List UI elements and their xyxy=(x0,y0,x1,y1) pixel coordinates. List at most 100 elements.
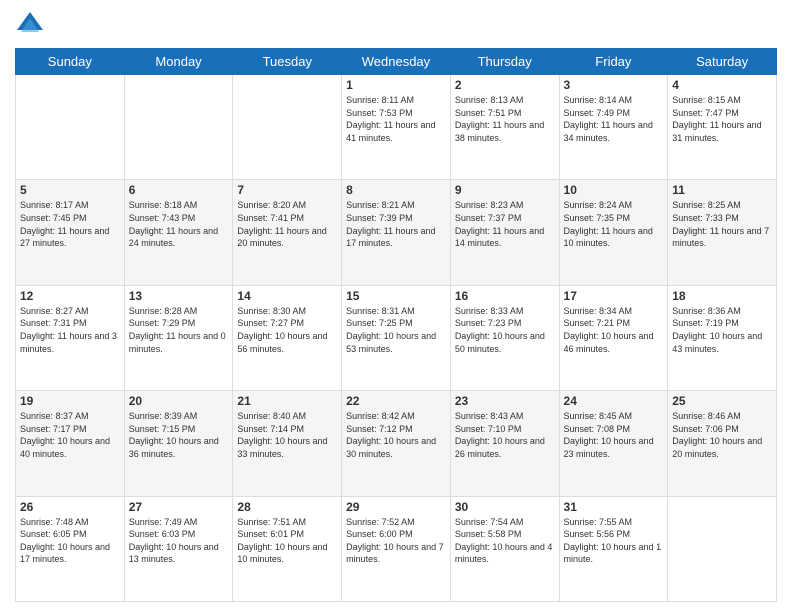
calendar-cell: 30 Sunrise: 7:54 AM Sunset: 5:58 PM Dayli… xyxy=(450,496,559,601)
calendar-header-sunday: Sunday xyxy=(16,49,125,75)
calendar-cell: 21 Sunrise: 8:40 AM Sunset: 7:14 PM Dayli… xyxy=(233,391,342,496)
day-info: Sunrise: 7:49 AM Sunset: 6:03 PM Dayligh… xyxy=(129,516,229,566)
day-info: Sunrise: 7:52 AM Sunset: 6:00 PM Dayligh… xyxy=(346,516,446,566)
day-number: 4 xyxy=(672,78,772,92)
calendar-cell: 13 Sunrise: 8:28 AM Sunset: 7:29 PM Dayli… xyxy=(124,285,233,390)
calendar-cell: 19Sunrise: 8:37 AM Sunset: 7:17 PM Dayli… xyxy=(16,391,125,496)
logo-icon xyxy=(15,10,45,40)
calendar-cell: 6 Sunrise: 8:18 AM Sunset: 7:43 PM Daylig… xyxy=(124,180,233,285)
day-info: Sunrise: 8:42 AM Sunset: 7:12 PM Dayligh… xyxy=(346,410,446,460)
calendar-cell: 9 Sunrise: 8:23 AM Sunset: 7:37 PM Daylig… xyxy=(450,180,559,285)
day-number: 11 xyxy=(672,183,772,197)
day-number: 26 xyxy=(20,500,120,514)
calendar-cell: 14 Sunrise: 8:30 AM Sunset: 7:27 PM Dayli… xyxy=(233,285,342,390)
calendar-cell: 28 Sunrise: 7:51 AM Sunset: 6:01 PM Dayli… xyxy=(233,496,342,601)
day-number: 28 xyxy=(237,500,337,514)
day-number: 6 xyxy=(129,183,229,197)
day-info: Sunrise: 8:31 AM Sunset: 7:25 PM Dayligh… xyxy=(346,305,446,355)
day-info: Sunrise: 8:15 AM Sunset: 7:47 PM Dayligh… xyxy=(672,94,772,144)
day-info: Sunrise: 8:34 AM Sunset: 7:21 PM Dayligh… xyxy=(564,305,664,355)
calendar-week-row: 5 Sunrise: 8:17 AM Sunset: 7:45 PM Daylig… xyxy=(16,180,777,285)
calendar-cell: 5 Sunrise: 8:17 AM Sunset: 7:45 PM Daylig… xyxy=(16,180,125,285)
day-info: Sunrise: 8:25 AM Sunset: 7:33 PM Dayligh… xyxy=(672,199,772,249)
day-info: Sunrise: 8:14 AM Sunset: 7:49 PM Dayligh… xyxy=(564,94,664,144)
calendar-cell: 3 Sunrise: 8:14 AM Sunset: 7:49 PM Daylig… xyxy=(559,75,668,180)
calendar-table: SundayMondayTuesdayWednesdayThursdayFrid… xyxy=(15,48,777,602)
logo xyxy=(15,10,49,40)
calendar-cell: 23 Sunrise: 8:43 AM Sunset: 7:10 PM Dayli… xyxy=(450,391,559,496)
day-info: Sunrise: 8:43 AM Sunset: 7:10 PM Dayligh… xyxy=(455,410,555,460)
calendar-cell: 12 Sunrise: 8:27 AM Sunset: 7:31 PM Dayli… xyxy=(16,285,125,390)
day-info: Sunrise: 8:36 AM Sunset: 7:19 PM Dayligh… xyxy=(672,305,772,355)
day-info: Sunrise: 8:17 AM Sunset: 7:45 PM Dayligh… xyxy=(20,199,120,249)
calendar-week-row: 26 Sunrise: 7:48 AM Sunset: 6:05 PM Dayli… xyxy=(16,496,777,601)
calendar-header-saturday: Saturday xyxy=(668,49,777,75)
day-info: Sunrise: 8:33 AM Sunset: 7:23 PM Dayligh… xyxy=(455,305,555,355)
day-number: 7 xyxy=(237,183,337,197)
calendar-cell: 26 Sunrise: 7:48 AM Sunset: 6:05 PM Dayli… xyxy=(16,496,125,601)
day-number: 3 xyxy=(564,78,664,92)
page: SundayMondayTuesdayWednesdayThursdayFrid… xyxy=(0,0,792,612)
calendar-cell xyxy=(668,496,777,601)
day-number: 5 xyxy=(20,183,120,197)
day-number: 24 xyxy=(564,394,664,408)
calendar-cell: 15 Sunrise: 8:31 AM Sunset: 7:25 PM Dayli… xyxy=(342,285,451,390)
day-number: 22 xyxy=(346,394,446,408)
header xyxy=(15,10,777,40)
day-info: Sunrise: 8:40 AM Sunset: 7:14 PM Dayligh… xyxy=(237,410,337,460)
calendar-header-wednesday: Wednesday xyxy=(342,49,451,75)
calendar-cell xyxy=(233,75,342,180)
day-info: Sunrise: 8:18 AM Sunset: 7:43 PM Dayligh… xyxy=(129,199,229,249)
day-number: 23 xyxy=(455,394,555,408)
calendar-cell: 18 Sunrise: 8:36 AM Sunset: 7:19 PM Dayli… xyxy=(668,285,777,390)
day-number: 2 xyxy=(455,78,555,92)
calendar-cell: 29 Sunrise: 7:52 AM Sunset: 6:00 PM Dayli… xyxy=(342,496,451,601)
day-info: Sunrise: 8:39 AM Sunset: 7:15 PM Dayligh… xyxy=(129,410,229,460)
calendar-cell: 20Sunrise: 8:39 AM Sunset: 7:15 PM Dayli… xyxy=(124,391,233,496)
day-info: Sunrise: 8:45 AM Sunset: 7:08 PM Dayligh… xyxy=(564,410,664,460)
calendar-header-tuesday: Tuesday xyxy=(233,49,342,75)
day-number: 25 xyxy=(672,394,772,408)
day-number: 13 xyxy=(129,289,229,303)
calendar-cell: 10 Sunrise: 8:24 AM Sunset: 7:35 PM Dayli… xyxy=(559,180,668,285)
day-number: 17 xyxy=(564,289,664,303)
day-number: 21 xyxy=(237,394,337,408)
calendar-cell: 31Sunrise: 7:55 AM Sunset: 5:56 PM Dayli… xyxy=(559,496,668,601)
calendar-cell: 27 Sunrise: 7:49 AM Sunset: 6:03 PM Dayli… xyxy=(124,496,233,601)
calendar-cell: 1Sunrise: 8:11 AM Sunset: 7:53 PM Daylig… xyxy=(342,75,451,180)
calendar-header-monday: Monday xyxy=(124,49,233,75)
day-info: Sunrise: 7:48 AM Sunset: 6:05 PM Dayligh… xyxy=(20,516,120,566)
calendar-header-row: SundayMondayTuesdayWednesdayThursdayFrid… xyxy=(16,49,777,75)
day-info: Sunrise: 8:20 AM Sunset: 7:41 PM Dayligh… xyxy=(237,199,337,249)
day-info: Sunrise: 8:23 AM Sunset: 7:37 PM Dayligh… xyxy=(455,199,555,249)
calendar-cell: 22 Sunrise: 8:42 AM Sunset: 7:12 PM Dayli… xyxy=(342,391,451,496)
day-number: 8 xyxy=(346,183,446,197)
day-info: Sunrise: 7:54 AM Sunset: 5:58 PM Dayligh… xyxy=(455,516,555,566)
calendar-cell: 7 Sunrise: 8:20 AM Sunset: 7:41 PM Daylig… xyxy=(233,180,342,285)
day-info: Sunrise: 8:27 AM Sunset: 7:31 PM Dayligh… xyxy=(20,305,120,355)
day-info: Sunrise: 8:28 AM Sunset: 7:29 PM Dayligh… xyxy=(129,305,229,355)
calendar-cell: 24 Sunrise: 8:45 AM Sunset: 7:08 PM Dayli… xyxy=(559,391,668,496)
day-number: 29 xyxy=(346,500,446,514)
calendar-header-friday: Friday xyxy=(559,49,668,75)
day-info: Sunrise: 7:51 AM Sunset: 6:01 PM Dayligh… xyxy=(237,516,337,566)
day-number: 27 xyxy=(129,500,229,514)
calendar-cell: 16Sunrise: 8:33 AM Sunset: 7:23 PM Dayli… xyxy=(450,285,559,390)
calendar-cell: 25Sunrise: 8:46 AM Sunset: 7:06 PM Dayli… xyxy=(668,391,777,496)
calendar-cell: 17 Sunrise: 8:34 AM Sunset: 7:21 PM Dayli… xyxy=(559,285,668,390)
day-number: 12 xyxy=(20,289,120,303)
day-number: 9 xyxy=(455,183,555,197)
day-number: 14 xyxy=(237,289,337,303)
calendar-cell: 4 Sunrise: 8:15 AM Sunset: 7:47 PM Daylig… xyxy=(668,75,777,180)
calendar-header-thursday: Thursday xyxy=(450,49,559,75)
day-number: 15 xyxy=(346,289,446,303)
calendar-cell xyxy=(16,75,125,180)
calendar-week-row: 12 Sunrise: 8:27 AM Sunset: 7:31 PM Dayli… xyxy=(16,285,777,390)
day-info: Sunrise: 8:24 AM Sunset: 7:35 PM Dayligh… xyxy=(564,199,664,249)
calendar-cell: 8Sunrise: 8:21 AM Sunset: 7:39 PM Daylig… xyxy=(342,180,451,285)
day-number: 18 xyxy=(672,289,772,303)
day-info: Sunrise: 8:30 AM Sunset: 7:27 PM Dayligh… xyxy=(237,305,337,355)
calendar-week-row: 1Sunrise: 8:11 AM Sunset: 7:53 PM Daylig… xyxy=(16,75,777,180)
day-number: 30 xyxy=(455,500,555,514)
day-number: 10 xyxy=(564,183,664,197)
